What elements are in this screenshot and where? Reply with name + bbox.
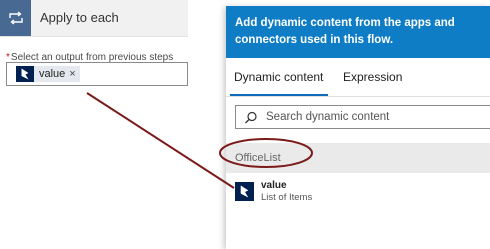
dynamics-365-icon — [235, 182, 254, 201]
apply-to-each-header[interactable]: Apply to each — [0, 0, 188, 37]
group-title: OfficeList — [235, 152, 281, 164]
annotation-arrow-line — [86, 92, 235, 189]
dynamic-content-item[interactable]: value List of Items — [226, 178, 490, 210]
dynamics-365-icon — [16, 66, 34, 82]
apply-to-each-title: Apply to each — [40, 10, 119, 25]
search-icon — [245, 111, 257, 124]
token-label: value — [39, 68, 66, 80]
search-box[interactable] — [235, 105, 490, 129]
tab-divider — [226, 96, 490, 97]
dynamic-content-panel: Add dynamic content from the apps and co… — [226, 6, 490, 249]
value-token[interactable]: value × — [16, 66, 80, 82]
token-remove-icon[interactable]: × — [69, 68, 79, 80]
group-header-officelist[interactable]: OfficeList — [226, 143, 490, 173]
item-name: value — [261, 180, 287, 191]
screenshot-stage: Apply to each *Select an output from pre… — [0, 0, 490, 249]
output-field[interactable]: value × — [6, 62, 188, 86]
search-input[interactable] — [266, 109, 486, 125]
panel-header-text: Add dynamic content from the apps and co… — [235, 17, 455, 46]
tab-expression[interactable]: Expression — [343, 70, 402, 84]
tab-dynamic-content[interactable]: Dynamic content — [234, 70, 323, 84]
item-description: List of Items — [261, 192, 313, 203]
loop-icon — [0, 0, 31, 36]
panel-header: Add dynamic content from the apps and co… — [226, 6, 490, 58]
